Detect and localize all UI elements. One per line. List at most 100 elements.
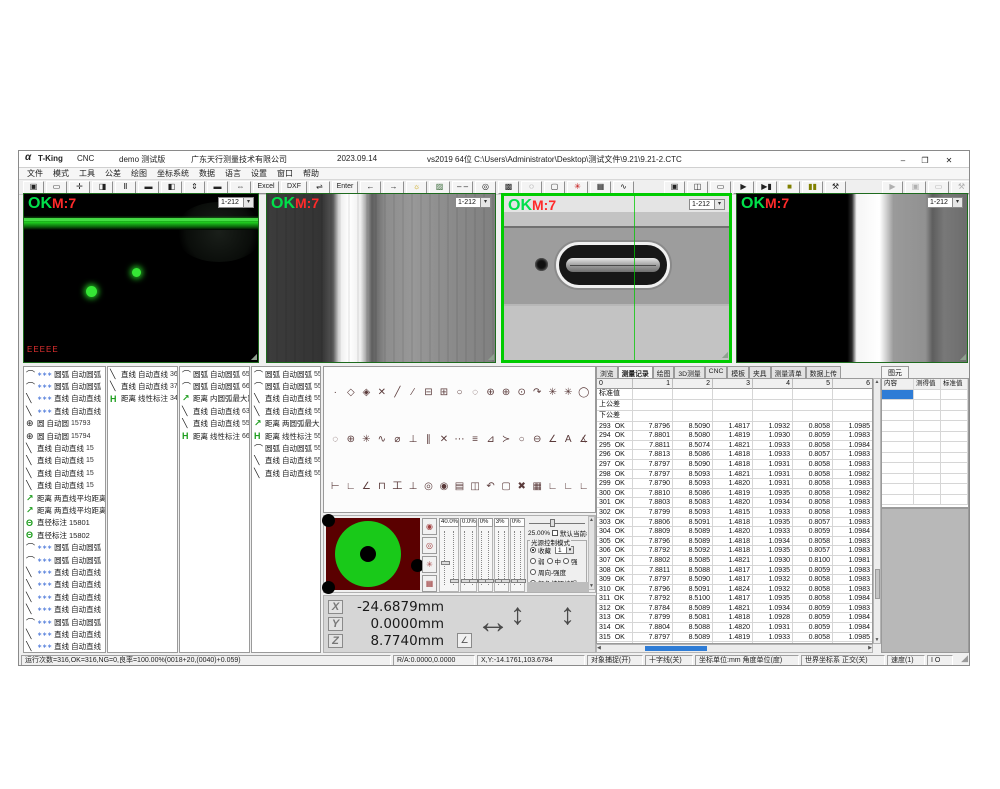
ring-light-preview[interactable] bbox=[326, 518, 420, 590]
table-row[interactable]: 314OK7.88048.50881.48201.09310.80591.098… bbox=[597, 623, 872, 633]
tab-测量清单[interactable]: 测量清单 bbox=[771, 366, 806, 378]
feature-item[interactable]: ╲直线自动直线15 bbox=[24, 442, 105, 454]
redo-button[interactable]: → bbox=[383, 181, 404, 194]
menu-item-8[interactable]: 设置 bbox=[251, 168, 267, 179]
feature-item[interactable]: ╲直线自动直线15 bbox=[24, 467, 105, 479]
table-row[interactable]: 300OK7.88108.50861.48191.09350.80581.098… bbox=[597, 489, 872, 499]
element-row[interactable] bbox=[882, 411, 968, 422]
resize-handle-icon[interactable]: ◢ bbox=[488, 352, 494, 361]
table-row[interactable]: 307OK7.88028.50851.48211.09300.81001.098… bbox=[597, 556, 872, 566]
element-row[interactable] bbox=[882, 474, 968, 485]
palette-icon[interactable]: ∟ bbox=[344, 479, 359, 494]
camera-view-4[interactable]: OKM:7 1-212 ▾ ◢ bbox=[736, 193, 968, 363]
palette-icon[interactable]: ∠ bbox=[359, 479, 374, 494]
scroll-down-icon[interactable]: ▼ bbox=[874, 637, 880, 643]
palette-icon[interactable]: ▤ bbox=[452, 479, 467, 494]
palette-icon[interactable]: ▢ bbox=[499, 479, 514, 494]
menu-item-5[interactable]: 坐标系统 bbox=[157, 168, 189, 179]
window-resize-grip-icon[interactable]: ◢ bbox=[961, 653, 968, 664]
menu-item-9[interactable]: 窗口 bbox=[277, 168, 293, 179]
table-row[interactable]: 306OK7.87928.50921.48181.09350.80571.098… bbox=[597, 546, 872, 556]
palette-icon[interactable]: A bbox=[561, 432, 576, 447]
menu-item-0[interactable]: 文件 bbox=[27, 168, 43, 179]
element-cell[interactable] bbox=[882, 400, 914, 411]
element-row[interactable] bbox=[882, 453, 968, 464]
run-button[interactable]: ▶ bbox=[733, 181, 754, 194]
palette-icon[interactable]: ◌ bbox=[468, 385, 483, 400]
palette-icon[interactable]: ∟ bbox=[545, 479, 560, 494]
palette-icon[interactable]: ⊙ bbox=[514, 385, 529, 400]
element-row[interactable] bbox=[882, 432, 968, 443]
favorite-select[interactable]: 1 ▾ bbox=[555, 546, 574, 554]
table-row[interactable]: 305OK7.87968.50891.48181.09340.80581.098… bbox=[597, 537, 872, 547]
element-cell[interactable] bbox=[882, 442, 914, 453]
stage-lock-button[interactable]: ▬ bbox=[138, 181, 159, 194]
slider-thumb[interactable] bbox=[469, 579, 478, 583]
ring-light-mode-button-0[interactable]: ◉ bbox=[422, 518, 437, 535]
palette-icon[interactable]: ≡ bbox=[468, 432, 483, 447]
slider-track[interactable] bbox=[514, 531, 515, 585]
zoom-slider[interactable] bbox=[529, 519, 585, 527]
palette-icon[interactable]: ✖ bbox=[514, 479, 529, 494]
feature-item[interactable]: ╲∗∗∗直线自动直线 bbox=[24, 603, 105, 615]
blank-region-button[interactable]: ▢ bbox=[544, 181, 565, 194]
table-row[interactable]: 297OK7.87978.50901.48181.09310.80581.098… bbox=[597, 460, 872, 470]
palette-icon[interactable]: ⋯ bbox=[452, 432, 467, 447]
table-row[interactable]: 304OK7.88098.50891.48201.09330.80591.098… bbox=[597, 527, 872, 537]
feature-item[interactable]: ╲∗∗∗直线自动直线 bbox=[24, 628, 105, 640]
feature-item[interactable]: ⌒圆弧自动圆弧55 bbox=[252, 442, 320, 454]
menu-item-2[interactable]: 工具 bbox=[79, 168, 95, 179]
slider-track[interactable] bbox=[444, 531, 445, 585]
feature-item[interactable]: ╲直线自动直线55 bbox=[252, 405, 320, 417]
stage-stop-button[interactable]: ▬ bbox=[207, 181, 228, 194]
element-row[interactable] bbox=[882, 463, 968, 474]
slider-track[interactable] bbox=[481, 531, 482, 585]
feature-item[interactable]: H距离线性标注66 bbox=[180, 430, 249, 442]
feature-item[interactable]: ⌒圆弧自动圆弧55 bbox=[252, 380, 320, 392]
scroll-up-icon[interactable]: ▲ bbox=[874, 379, 880, 385]
tab-浏览[interactable]: 浏览 bbox=[596, 366, 618, 378]
palette-icon[interactable]: ⊟ bbox=[421, 385, 436, 400]
element-row[interactable] bbox=[882, 484, 968, 495]
feature-item[interactable]: ⊕圆自动圆15793 bbox=[24, 418, 105, 430]
table-row[interactable]: 303OK7.88068.50911.48181.09350.80571.098… bbox=[597, 518, 872, 528]
palette-icon[interactable]: ↷ bbox=[530, 385, 545, 400]
z-jog-arrows-icon[interactable]: ↕ bbox=[560, 598, 575, 632]
element-cell[interactable] bbox=[882, 453, 914, 464]
feature-item[interactable]: Θ直径标注15801 bbox=[24, 517, 105, 529]
close-button[interactable]: ✕ bbox=[941, 154, 957, 167]
slider-thumb[interactable] bbox=[550, 519, 555, 527]
palette-icon[interactable]: ≻ bbox=[499, 432, 514, 447]
profile-chart-button[interactable]: ∿ bbox=[613, 181, 634, 194]
pause-button[interactable]: ▮▮ bbox=[802, 181, 823, 194]
measure-line-button[interactable]: – – bbox=[452, 181, 473, 194]
element-cell[interactable] bbox=[882, 421, 914, 432]
tolerance-row[interactable]: 标准值 bbox=[597, 389, 872, 400]
feature-item[interactable]: ↗距离内圆弧最大距离 bbox=[180, 393, 249, 405]
table-row[interactable]: 312OK7.87848.50891.48211.09340.80591.098… bbox=[597, 604, 872, 614]
palette-icon[interactable]: ◎ bbox=[421, 479, 436, 494]
slider-track[interactable] bbox=[504, 531, 505, 585]
minimize-button[interactable]: – bbox=[895, 154, 911, 167]
palette-icon[interactable]: ∕ bbox=[406, 385, 421, 400]
tab-3D测量[interactable]: 3D测量 bbox=[674, 366, 704, 378]
program-open-button[interactable]: ▭ bbox=[710, 181, 731, 194]
feature-item[interactable]: H距离线性标注55 bbox=[252, 430, 320, 442]
table-row[interactable]: 315OK7.87978.50891.48191.09330.80581.098… bbox=[597, 633, 872, 643]
slider-body[interactable] bbox=[478, 527, 493, 592]
palette-icon[interactable]: ∿ bbox=[375, 432, 390, 447]
feature-item[interactable]: ╲直线自动直线15 bbox=[24, 455, 105, 467]
feature-item[interactable]: ╲直线自动直线15 bbox=[24, 480, 105, 492]
camera4-channel-select[interactable]: 1-212 ▾ bbox=[927, 197, 963, 208]
palette-icon[interactable]: ∟ bbox=[577, 479, 592, 494]
feature-item[interactable]: ⌒∗∗∗圆弧自动圆弧 bbox=[24, 554, 105, 566]
slider-body[interactable] bbox=[439, 527, 459, 592]
element-cell[interactable] bbox=[882, 463, 914, 474]
options-scrollbar[interactable]: ▲ ▼ bbox=[588, 516, 595, 590]
palette-icon[interactable]: ⊿ bbox=[483, 432, 498, 447]
program-save-button[interactable]: ▣ bbox=[664, 181, 685, 194]
feature-item[interactable]: ↗距离两圆弧最大距离 bbox=[252, 418, 320, 430]
radial-intensity-radio[interactable] bbox=[530, 569, 536, 575]
palette-icon[interactable]: ○ bbox=[452, 385, 467, 400]
palette-icon[interactable]: ◇ bbox=[344, 385, 359, 400]
